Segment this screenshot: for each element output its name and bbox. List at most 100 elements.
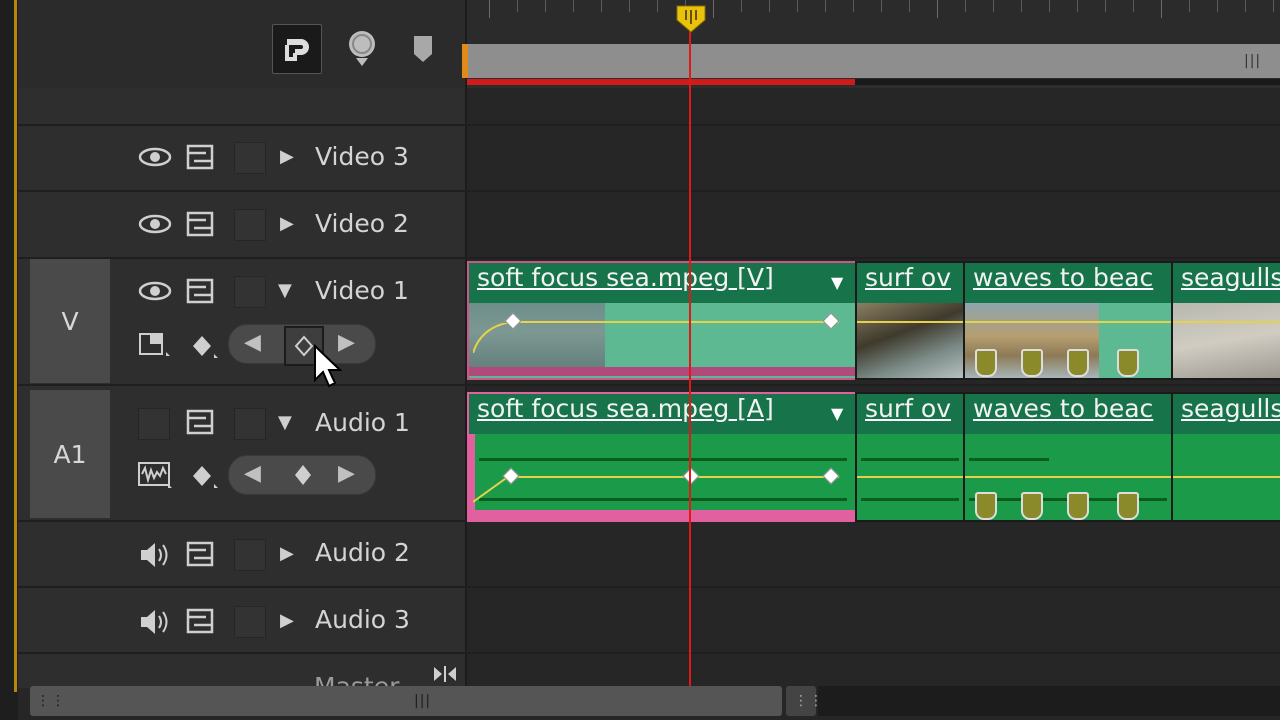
volume-keyframe-line[interactable] bbox=[857, 476, 963, 478]
timeline-tracks-area[interactable] bbox=[467, 88, 1280, 688]
master-track-header: Master bbox=[18, 666, 465, 688]
mute-track-toggle[interactable] bbox=[138, 408, 170, 440]
toggle-sync-lock-icon[interactable] bbox=[186, 409, 214, 440]
horizontal-scroll-thumb[interactable] bbox=[30, 686, 782, 716]
clip-selection-bar bbox=[469, 367, 855, 376]
clip-menu-arrow-icon[interactable]: ▼ bbox=[831, 273, 843, 292]
next-keyframe-button[interactable]: ▶ bbox=[338, 461, 355, 486]
volume-keyframe-line[interactable] bbox=[509, 476, 839, 478]
opacity-keyframe-line[interactable] bbox=[857, 321, 963, 323]
clip-marker[interactable] bbox=[975, 492, 997, 520]
clip-marker[interactable] bbox=[1117, 492, 1139, 520]
previous-keyframe-button[interactable]: ◀ bbox=[244, 461, 261, 486]
audio-clip[interactable]: soft focus sea.mpeg [A] ▼ bbox=[467, 392, 857, 522]
ruler-tick bbox=[881, 0, 882, 12]
toggle-sync-lock-icon[interactable] bbox=[186, 541, 214, 572]
keyframe-marker[interactable] bbox=[682, 467, 700, 485]
ruler-tick bbox=[1133, 0, 1134, 12]
track-separator bbox=[18, 190, 1280, 192]
clip-title: surf ov bbox=[857, 263, 963, 303]
video-clip[interactable]: seagulls bbox=[1171, 261, 1280, 380]
audio-waveform bbox=[479, 498, 847, 501]
expand-track-triangle-icon[interactable]: ▶ bbox=[280, 213, 294, 234]
expand-track-triangle-icon[interactable]: ▶ bbox=[280, 610, 294, 631]
scroll-grip-icon[interactable]: ⋮⋮ bbox=[36, 693, 66, 709]
snap-button[interactable] bbox=[272, 24, 322, 74]
work-area-grip-icon[interactable]: ||| bbox=[1244, 53, 1261, 69]
audio-clip[interactable]: surf ov bbox=[855, 392, 965, 522]
volume-keyframe-line[interactable] bbox=[1173, 476, 1280, 478]
clip-marker[interactable] bbox=[975, 349, 997, 377]
render-status-bar bbox=[467, 79, 855, 85]
toggle-sync-lock-icon[interactable] bbox=[186, 144, 214, 175]
opacity-keyframe-line[interactable] bbox=[965, 321, 1171, 323]
toggle-sync-lock-icon[interactable] bbox=[186, 211, 214, 242]
clip-marker[interactable] bbox=[1067, 492, 1089, 520]
collapse-track-triangle-icon[interactable]: ▼ bbox=[278, 412, 292, 433]
collapse-track-triangle-icon[interactable]: ▼ bbox=[278, 280, 292, 301]
clip-menu-arrow-icon[interactable]: ▼ bbox=[831, 404, 843, 423]
video-clip[interactable]: waves to beac bbox=[963, 261, 1173, 380]
show-keyframes-icon[interactable] bbox=[188, 332, 222, 367]
clip-marker[interactable] bbox=[1067, 349, 1089, 377]
mute-track-speaker-icon[interactable] bbox=[138, 607, 174, 642]
track-lock-toggle[interactable] bbox=[234, 276, 266, 308]
mute-track-speaker-icon[interactable] bbox=[138, 540, 174, 575]
track-lock-toggle[interactable] bbox=[234, 408, 266, 440]
horizontal-scroll-empty[interactable] bbox=[818, 686, 1280, 716]
clip-marker[interactable] bbox=[1021, 349, 1043, 377]
track-lock-toggle[interactable] bbox=[234, 606, 266, 638]
expand-track-triangle-icon[interactable]: ▶ bbox=[280, 543, 294, 564]
show-keyframes-icon[interactable] bbox=[188, 462, 222, 497]
source-patch-a1[interactable]: A1 bbox=[30, 390, 110, 518]
video-clip[interactable]: surf ov bbox=[855, 261, 965, 380]
ruler-tick bbox=[769, 0, 770, 12]
scroll-grip-icon[interactable]: ||| bbox=[414, 693, 431, 709]
clip-title: soft focus sea.mpeg [V] bbox=[469, 263, 855, 303]
ruler-tick bbox=[1105, 0, 1106, 12]
work-area-start-handle[interactable] bbox=[462, 44, 468, 78]
add-marker-button[interactable] bbox=[344, 28, 380, 68]
ruler-tick bbox=[489, 0, 490, 18]
toggle-track-output-eye-icon[interactable] bbox=[138, 278, 172, 309]
track-lock-toggle[interactable] bbox=[234, 142, 266, 174]
clip-marker[interactable] bbox=[1117, 349, 1139, 377]
playhead-handle[interactable] bbox=[674, 4, 708, 34]
toggle-track-output-eye-icon[interactable] bbox=[138, 211, 172, 242]
audio-waveform bbox=[969, 458, 1049, 461]
volume-keyframe-line[interactable] bbox=[965, 476, 1171, 478]
track-lock-toggle[interactable] bbox=[234, 539, 266, 571]
work-area-bar[interactable] bbox=[467, 44, 1280, 78]
keyframe-marker[interactable] bbox=[822, 312, 840, 330]
ruler-tick bbox=[1245, 0, 1246, 12]
toggle-sync-lock-icon[interactable] bbox=[186, 608, 214, 639]
audio-clip[interactable]: seagulls bbox=[1171, 392, 1280, 522]
expand-track-triangle-icon[interactable]: ▶ bbox=[280, 146, 294, 167]
set-audio-display-style-icon[interactable] bbox=[138, 460, 174, 495]
toggle-track-output-eye-icon[interactable] bbox=[138, 144, 172, 175]
audio-clip[interactable]: waves to beac bbox=[963, 392, 1173, 522]
source-patch-v[interactable]: V bbox=[30, 259, 110, 383]
track-height-zoom-icon[interactable] bbox=[432, 664, 458, 684]
keyframe-marker[interactable] bbox=[822, 467, 840, 485]
track-lock-toggle[interactable] bbox=[234, 209, 266, 241]
previous-keyframe-button[interactable]: ◀ bbox=[244, 330, 261, 355]
snap-magnet-icon bbox=[285, 39, 309, 61]
clip-marker[interactable] bbox=[1021, 492, 1043, 520]
add-remove-keyframe-button[interactable] bbox=[292, 462, 314, 488]
clip-thumbnail bbox=[1173, 303, 1280, 378]
clip-title: seagulls bbox=[1173, 394, 1280, 434]
playhead-line[interactable] bbox=[689, 30, 691, 690]
keyframe-diamond-icon bbox=[295, 465, 311, 485]
ruler-tick bbox=[1077, 0, 1078, 12]
track-name-video2: Video 2 bbox=[315, 209, 409, 238]
video-clip[interactable]: soft focus sea.mpeg [V] ▼ bbox=[467, 261, 857, 380]
set-display-style-icon[interactable] bbox=[138, 330, 172, 365]
opacity-keyframe-line[interactable] bbox=[509, 321, 839, 323]
toggle-sync-lock-icon[interactable] bbox=[186, 278, 214, 309]
clip-selection-bar bbox=[469, 510, 855, 520]
bookmark-button[interactable] bbox=[410, 34, 436, 64]
time-ruler[interactable] bbox=[467, 0, 1280, 44]
clip-title: seagulls bbox=[1173, 263, 1280, 303]
opacity-keyframe-line[interactable] bbox=[1173, 321, 1280, 323]
